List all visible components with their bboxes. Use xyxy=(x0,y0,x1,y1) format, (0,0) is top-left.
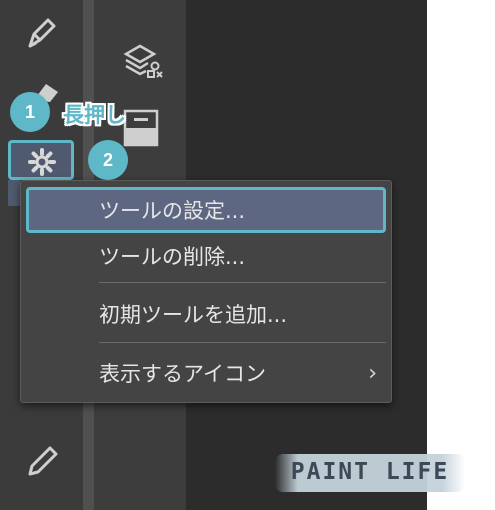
gear-icon[interactable] xyxy=(28,148,56,176)
menu-separator xyxy=(99,342,386,343)
menu-item-label: 初期ツールを追加... xyxy=(99,303,288,327)
menu-item-tool-settings[interactable]: ツールの設定... xyxy=(26,187,386,233)
step-badge-2: 2 xyxy=(88,140,128,180)
step-badge-1: 1 xyxy=(10,92,50,132)
tool-context-menu: ツールの設定... ツールの削除... 初期ツールを追加... 表示するアイコン… xyxy=(20,180,392,403)
menu-item-display-icon[interactable]: 表示するアイコン › xyxy=(21,351,391,395)
watermark-text: PAINT LIFE xyxy=(290,459,450,485)
menu-item-add-initial-tool[interactable]: 初期ツールを追加... xyxy=(21,292,391,336)
menu-item-label: ツールの設定... xyxy=(99,199,246,223)
menu-separator xyxy=(99,282,386,283)
layer-stack-icon[interactable] xyxy=(122,42,164,82)
chevron-right-icon: › xyxy=(368,360,377,386)
menu-item-label: 表示するアイコン xyxy=(99,362,266,386)
layer-property-icon[interactable] xyxy=(122,108,160,148)
selection-indicator xyxy=(8,180,20,206)
annotation-long-press: 長押し xyxy=(63,103,126,127)
menu-item-label: ツールの削除... xyxy=(99,245,246,269)
pen-icon[interactable] xyxy=(22,12,62,52)
watermark: PAINT LIFE xyxy=(275,446,465,498)
brush-icon[interactable] xyxy=(22,440,62,480)
menu-item-delete-tool[interactable]: ツールの削除... xyxy=(21,234,391,278)
